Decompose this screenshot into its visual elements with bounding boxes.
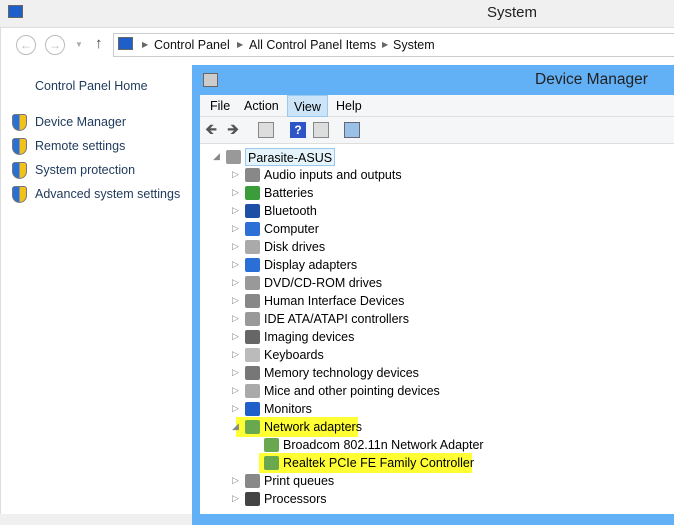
- tree-category[interactable]: DVD/CD-ROM drives: [264, 274, 382, 292]
- network-adapter-item[interactable]: Realtek PCIe FE Family Controller: [283, 454, 474, 472]
- expand-arrow-icon[interactable]: ▷: [232, 331, 239, 342]
- forward-arrow-icon[interactable]: 🡺: [227, 119, 243, 138]
- expand-arrow-icon[interactable]: ▷: [232, 205, 239, 216]
- expand-arrow-icon[interactable]: ▷: [232, 295, 239, 306]
- shield-icon: [12, 114, 27, 131]
- device-manager-link[interactable]: Device Manager: [35, 115, 126, 129]
- device-icon: [245, 402, 260, 416]
- window-title: System: [487, 4, 538, 21]
- system-title-bar: System: [0, 0, 674, 27]
- chevron-right-icon: ▶: [237, 40, 244, 49]
- device-icon: [245, 384, 260, 398]
- device-icon: [245, 294, 260, 308]
- breadcrumb-control-panel[interactable]: Control Panel: [154, 38, 230, 52]
- device-icon: [245, 186, 260, 200]
- forward-button[interactable]: →: [45, 35, 65, 55]
- tree-category[interactable]: Mice and other pointing devices: [264, 382, 440, 400]
- device-icon: [245, 492, 260, 506]
- device-icon: [245, 366, 260, 380]
- control-panel-icon: [118, 37, 133, 50]
- device-icon: [245, 204, 260, 218]
- device-icon: [245, 348, 260, 362]
- expand-arrow-icon[interactable]: ▷: [232, 223, 239, 234]
- expand-arrow-icon[interactable]: ▷: [232, 403, 239, 414]
- tree-category[interactable]: Disk drives: [264, 238, 325, 256]
- breadcrumb-system[interactable]: System: [393, 38, 435, 52]
- recent-dropdown-icon[interactable]: ▼: [75, 40, 83, 49]
- shield-icon: [12, 138, 27, 155]
- back-button[interactable]: ←: [16, 35, 36, 55]
- chevron-right-icon: ▶: [142, 40, 149, 49]
- device-icon: [245, 330, 260, 344]
- tree-category[interactable]: Display adapters: [264, 256, 357, 274]
- menu-action[interactable]: Action: [238, 95, 285, 117]
- tree-category[interactable]: Memory technology devices: [264, 364, 419, 382]
- advanced-system-settings-link[interactable]: Advanced system settings: [35, 187, 180, 201]
- expand-arrow-icon[interactable]: ▷: [232, 385, 239, 396]
- shield-icon: [12, 162, 27, 179]
- device-icon: [245, 168, 260, 182]
- expand-arrow-icon[interactable]: ▷: [232, 313, 239, 324]
- menu-view[interactable]: View: [287, 95, 328, 117]
- device-icon: [264, 438, 279, 452]
- up-button[interactable]: ↑: [95, 35, 103, 52]
- network-adapter-item[interactable]: Broadcom 802.11n Network Adapter: [283, 436, 484, 454]
- device-icon: [245, 420, 260, 434]
- expand-arrow-icon[interactable]: ▷: [232, 493, 239, 504]
- tree-category[interactable]: IDE ATA/ATAPI controllers: [264, 310, 409, 328]
- tree-category[interactable]: Print queues: [264, 472, 334, 490]
- back-arrow-icon[interactable]: 🡸: [205, 119, 221, 138]
- chevron-right-icon: ▶: [382, 40, 389, 49]
- device-icon: [264, 456, 279, 470]
- view-icon[interactable]: [313, 122, 329, 138]
- menu-file[interactable]: File: [204, 95, 236, 117]
- tree-category[interactable]: Human Interface Devices: [264, 292, 404, 310]
- tree-category[interactable]: Monitors: [264, 400, 312, 418]
- expand-arrow-icon[interactable]: ▷: [232, 187, 239, 198]
- expand-arrow-icon[interactable]: ▷: [232, 169, 239, 180]
- remote-settings-link[interactable]: Remote settings: [35, 139, 125, 153]
- system-icon: [8, 5, 23, 18]
- device-icon: [245, 276, 260, 290]
- control-panel-home-link[interactable]: Control Panel Home: [35, 79, 148, 93]
- expand-arrow-icon[interactable]: ▷: [232, 277, 239, 288]
- tree-category[interactable]: Computer: [264, 220, 319, 238]
- expand-arrow-icon[interactable]: ▷: [232, 259, 239, 270]
- tree-category[interactable]: Network adapters: [264, 418, 362, 436]
- expand-arrow-icon[interactable]: ▷: [232, 349, 239, 360]
- properties-icon[interactable]: [258, 122, 274, 138]
- device-icon: [245, 222, 260, 236]
- collapse-arrow-icon[interactable]: ◢: [213, 151, 220, 162]
- tree-category[interactable]: Bluetooth: [264, 202, 317, 220]
- collapse-arrow-icon[interactable]: ◢: [232, 421, 239, 432]
- expand-arrow-icon[interactable]: ▷: [232, 241, 239, 252]
- device-icon: [245, 474, 260, 488]
- tree-category[interactable]: Audio inputs and outputs: [264, 166, 402, 184]
- help-icon[interactable]: ?: [290, 122, 306, 138]
- shield-icon: [12, 186, 27, 203]
- system-protection-link[interactable]: System protection: [35, 163, 135, 177]
- tree-root[interactable]: Parasite-ASUS: [245, 148, 336, 166]
- device-manager-title: Device Manager: [535, 71, 648, 88]
- tree-category[interactable]: Processors: [264, 490, 327, 508]
- tree-category[interactable]: Imaging devices: [264, 328, 354, 346]
- device-icon: [245, 258, 260, 272]
- device-icon: [226, 150, 241, 164]
- tree-category[interactable]: Batteries: [264, 184, 313, 202]
- device-icon: [245, 312, 260, 326]
- device-icon: [245, 240, 260, 254]
- expand-arrow-icon[interactable]: ▷: [232, 475, 239, 486]
- menu-help[interactable]: Help: [330, 95, 368, 117]
- expand-arrow-icon[interactable]: ▷: [232, 367, 239, 378]
- scan-hardware-icon[interactable]: [344, 122, 360, 138]
- device-manager-icon: [203, 73, 218, 87]
- breadcrumb-all-items[interactable]: All Control Panel Items: [249, 38, 376, 52]
- tree-category[interactable]: Keyboards: [264, 346, 324, 364]
